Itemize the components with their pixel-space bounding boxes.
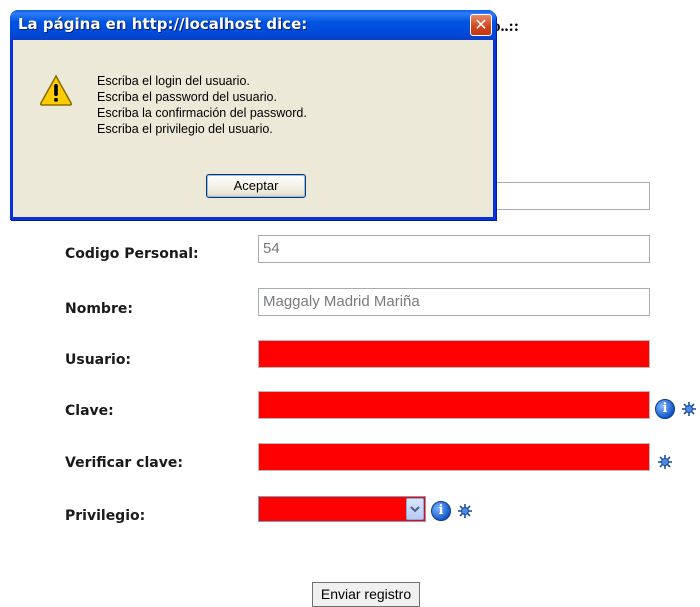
info-icon[interactable]: i xyxy=(431,501,451,521)
close-icon[interactable]: ✕ xyxy=(470,14,492,36)
clave-label: Clave: xyxy=(65,403,114,419)
privilegio-label: Privilegio: xyxy=(65,508,146,524)
message-line: Escriba el password del usuario. xyxy=(97,90,277,104)
dialog-titlebar[interactable]: La página en http://localhost dice: ✕ xyxy=(10,10,496,40)
required-star-icon xyxy=(458,504,472,518)
usuario-field[interactable] xyxy=(258,340,650,368)
warning-icon xyxy=(39,74,73,106)
ok-button[interactable]: Aceptar xyxy=(206,174,306,198)
usuario-label: Usuario: xyxy=(65,352,132,368)
required-star-icon xyxy=(658,455,672,469)
verificar-label: Verificar clave: xyxy=(65,455,183,471)
nombre-label: Nombre: xyxy=(65,301,133,317)
privilegio-select[interactable] xyxy=(258,496,426,522)
message-line: Escriba el login del usuario. xyxy=(97,74,250,88)
clave-field[interactable] xyxy=(258,391,650,419)
nombre-field[interactable]: Maggaly Madrid Mariña xyxy=(258,288,650,316)
message-line: Escriba la confirmación del password. xyxy=(97,106,307,120)
chevron-down-icon[interactable] xyxy=(406,498,424,520)
submit-button[interactable]: Enviar registro xyxy=(312,582,420,607)
required-star-icon xyxy=(682,402,696,416)
dialog-message: Escriba el login del usuario. Escriba el… xyxy=(97,73,307,137)
alert-dialog: La página en http://localhost dice: ✕ Es… xyxy=(10,10,496,220)
dialog-title: La página en http://localhost dice: xyxy=(18,15,308,33)
codigo-field[interactable]: 54 xyxy=(258,235,650,263)
message-line: Escriba el privilegio del usuario. xyxy=(97,122,273,136)
info-icon[interactable]: i xyxy=(655,399,675,419)
verificar-field[interactable] xyxy=(258,443,650,471)
codigo-label: Codigo Personal: xyxy=(65,246,199,262)
